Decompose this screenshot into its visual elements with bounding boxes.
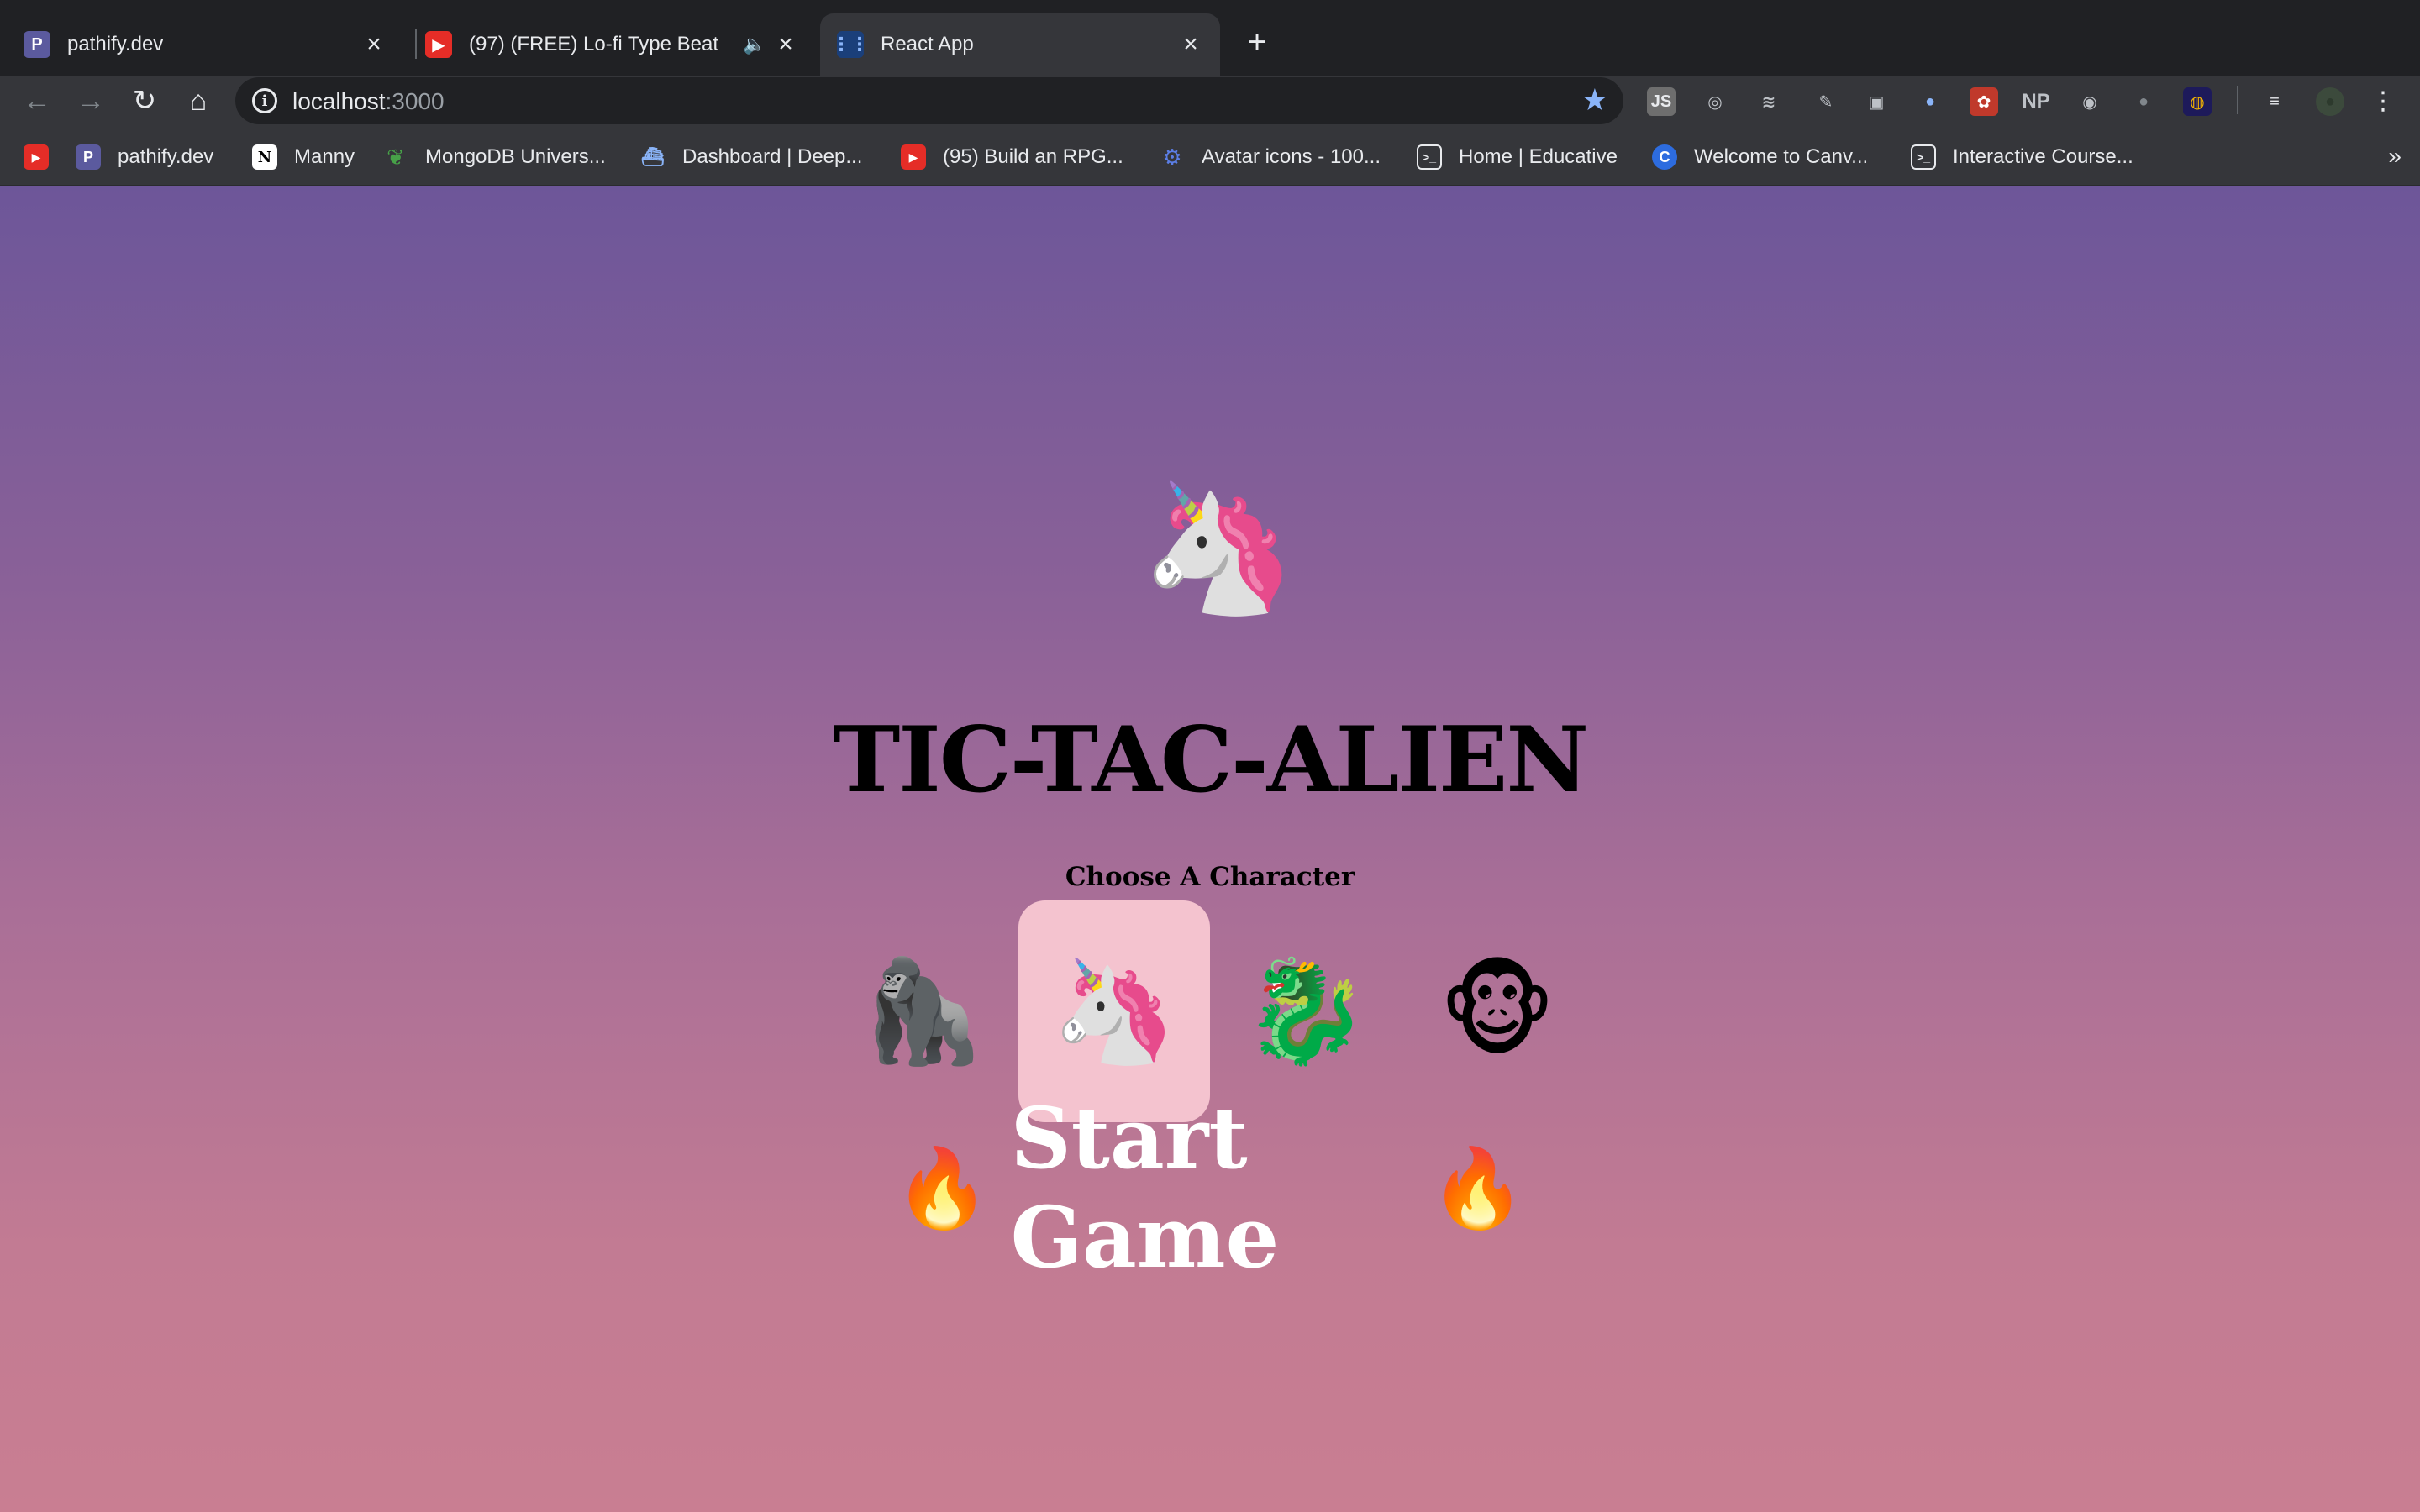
bookmark-educative[interactable]: >_ Home | Educative bbox=[1417, 143, 1618, 171]
address-bar[interactable]: i localhost:3000 ★ bbox=[235, 77, 1623, 124]
character-gorilla[interactable]: 🦍 bbox=[827, 900, 1018, 1122]
unicorn-hero-icon: 🦄 bbox=[1139, 477, 1297, 618]
bookmark-avatar-icons[interactable]: ⚙ Avatar icons - 100... bbox=[1160, 143, 1381, 171]
menu-kebab-icon[interactable]: ⋮ bbox=[2365, 82, 2402, 119]
grid-icon: ⋮⋮ bbox=[832, 31, 869, 58]
start-game-label: Start Game bbox=[1010, 1089, 1280, 1287]
target-extension-icon[interactable]: ◉ bbox=[2075, 87, 2104, 116]
speaker-icon[interactable]: 🔈 bbox=[743, 34, 765, 55]
choose-character-label: Choose A Character bbox=[1065, 862, 1355, 892]
info-icon[interactable]: i bbox=[252, 88, 277, 113]
youtube-icon: ▶ bbox=[425, 31, 452, 58]
bookmark-interactive-course[interactable]: >_ Interactive Course... bbox=[1911, 143, 2133, 171]
tab-title: React App bbox=[881, 33, 974, 55]
browser-toolbar: ← → ↻ ⌂ i localhost:3000 ★ JS ◎ ≋ ✎ ▣ ● … bbox=[0, 76, 2420, 126]
canvas-icon: C bbox=[1652, 144, 1677, 170]
bookmark-label: (95) Build an RPG... bbox=[943, 145, 1123, 168]
extension-icon[interactable]: ◍ bbox=[2183, 87, 2212, 116]
bookmarks-bar: ▶ P pathify.dev N Manny ❦ MongoDB Univer… bbox=[0, 126, 2420, 186]
bookmark-label: Avatar icons - 100... bbox=[1202, 145, 1381, 168]
tab-strip: P pathify.dev × ▶ (97) (FREE) Lo-fi Type… bbox=[0, 0, 2420, 76]
url-text[interactable]: localhost:3000 bbox=[292, 88, 445, 115]
character-monkey[interactable]: 🐵 bbox=[1402, 900, 1593, 1122]
terminal-icon: >_ bbox=[1417, 144, 1442, 170]
tab-react-app[interactable]: ⋮⋮ React App × bbox=[820, 13, 1220, 76]
start-game-button[interactable]: 🔥 Start Game 🔥 bbox=[874, 1089, 1546, 1287]
tab-pathify[interactable]: P pathify.dev × bbox=[24, 13, 403, 76]
np-extension-icon[interactable]: NP bbox=[2022, 87, 2050, 116]
extension-icon[interactable]: ▣ bbox=[1862, 87, 1891, 116]
bookmark-label: Manny bbox=[294, 145, 355, 168]
bookmark-mongodb[interactable]: ❦ MongoDB Univers... bbox=[383, 143, 606, 171]
sub-icon: ⛴ bbox=[641, 146, 665, 167]
game-title: TIC-TAC-ALIEN bbox=[832, 707, 1589, 813]
reload-icon[interactable]: ↻ bbox=[126, 82, 163, 119]
tab-divider bbox=[415, 29, 417, 59]
extension-icon[interactable]: ≋ bbox=[1754, 87, 1783, 116]
bookmark-label: pathify.dev bbox=[118, 145, 214, 168]
bookmark-label: Home | Educative bbox=[1459, 145, 1618, 168]
extension-icon[interactable]: ● bbox=[1916, 87, 1944, 116]
pathify-icon: P bbox=[24, 31, 50, 58]
leaf-icon: ❦ bbox=[387, 144, 405, 170]
toolbar-divider bbox=[2237, 86, 2238, 114]
bookmarks-overflow-icon[interactable]: » bbox=[2388, 143, 2402, 170]
bookmark-label: Dashboard | Deep... bbox=[682, 145, 863, 168]
bookmark-dashboard[interactable]: ⛴ Dashboard | Deep... bbox=[640, 143, 862, 171]
back-icon[interactable]: ← bbox=[18, 82, 55, 119]
bookmark-rpg[interactable]: ▶ (95) Build an RPG... bbox=[901, 143, 1123, 171]
tab-youtube[interactable]: ▶ (97) (FREE) Lo-fi Type Beat 🔈 × bbox=[425, 13, 815, 76]
bookmark-label: Interactive Course... bbox=[1953, 145, 2133, 168]
js-extension-icon[interactable]: JS bbox=[1647, 87, 1676, 116]
close-icon[interactable]: × bbox=[1176, 30, 1205, 59]
close-icon[interactable]: × bbox=[360, 30, 388, 59]
close-icon[interactable]: × bbox=[771, 30, 800, 59]
fire-icon: 🔥 bbox=[894, 1142, 991, 1233]
new-tab-button[interactable]: + bbox=[1239, 24, 1276, 60]
youtube-icon: ▶ bbox=[901, 144, 926, 170]
bookmark-manny[interactable]: N Manny bbox=[252, 143, 355, 171]
bookmark-label: MongoDB Univers... bbox=[425, 145, 606, 168]
profile-avatar[interactable]: ● bbox=[2316, 87, 2344, 116]
pathify-icon: P bbox=[76, 144, 101, 170]
youtube-icon: ▶ bbox=[24, 144, 49, 170]
extension-icon[interactable]: ✿ bbox=[1970, 87, 1998, 116]
bookmark-pathify[interactable]: P pathify.dev bbox=[76, 143, 213, 171]
home-icon[interactable]: ⌂ bbox=[180, 82, 217, 119]
bookmark-label: Welcome to Canv... bbox=[1694, 145, 1869, 168]
extension-icon[interactable]: ◎ bbox=[1701, 87, 1729, 116]
forward-icon[interactable]: → bbox=[72, 82, 109, 119]
extension-icon[interactable]: ● bbox=[2129, 87, 2158, 116]
pen-extension-icon[interactable]: ✎ bbox=[1812, 87, 1840, 116]
tab-title: (97) (FREE) Lo-fi Type Beat bbox=[469, 33, 718, 55]
app-page: 🦄 TIC-TAC-ALIEN Choose A Character 🦍 🦄 🐉… bbox=[0, 186, 2420, 1512]
notion-icon: N bbox=[252, 144, 277, 170]
bookmark-canvas[interactable]: C Welcome to Canv... bbox=[1652, 143, 1868, 171]
bookmark-star-icon[interactable]: ★ bbox=[1581, 82, 1608, 118]
bookmark-youtube[interactable]: ▶ bbox=[24, 143, 66, 171]
reading-list-icon[interactable]: ≡ bbox=[2260, 87, 2289, 116]
gear-icon: ⚙ bbox=[1162, 144, 1182, 170]
terminal-icon: >_ bbox=[1911, 144, 1936, 170]
tab-title: pathify.dev bbox=[67, 33, 164, 55]
fire-icon: 🔥 bbox=[1429, 1142, 1526, 1233]
